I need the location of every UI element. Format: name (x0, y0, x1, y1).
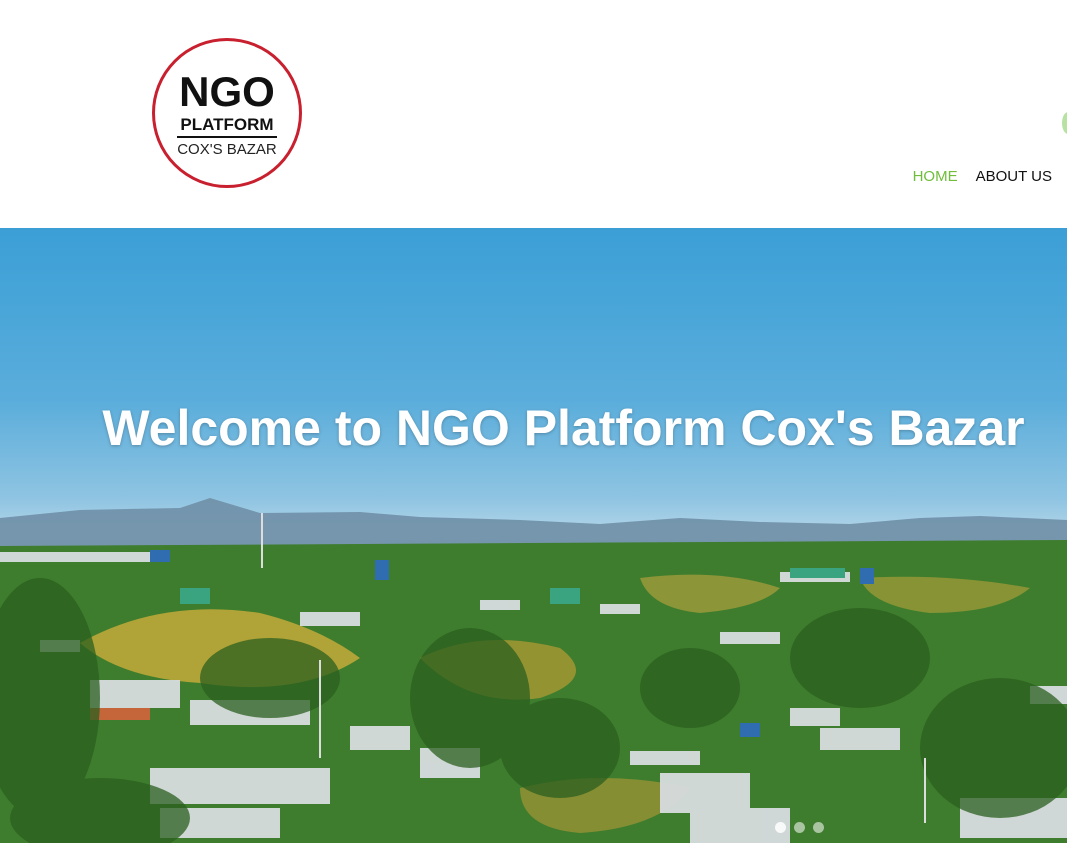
logo-ngo-text: NGO (179, 68, 275, 115)
slider-dot-1[interactable] (775, 822, 786, 833)
nav-item-home[interactable]: HOME (913, 166, 958, 188)
main-nav: HOME ABOUT US (913, 166, 1052, 188)
hero-slider: Welcome to NGO Platform Cox's Bazar (0, 228, 1067, 843)
slider-pagination (775, 822, 824, 833)
nav-item-about-us[interactable]: ABOUT US (976, 166, 1052, 188)
slider-dot-2[interactable] (794, 822, 805, 833)
hero-title: Welcome to NGO Platform Cox's Bazar (102, 400, 1025, 456)
header-social-icon[interactable] (1062, 112, 1067, 134)
logo-divider (177, 136, 277, 138)
logo-platform-text: PLATFORM (180, 115, 274, 134)
slider-dot-3[interactable] (813, 822, 824, 833)
site-header: NGO PLATFORM COX'S BAZAR HOME ABOUT US (0, 0, 1067, 228)
hero-background-image (0, 498, 1067, 843)
site-logo[interactable]: NGO PLATFORM COX'S BAZAR (152, 38, 302, 188)
logo-place-text: COX'S BAZAR (177, 141, 277, 158)
